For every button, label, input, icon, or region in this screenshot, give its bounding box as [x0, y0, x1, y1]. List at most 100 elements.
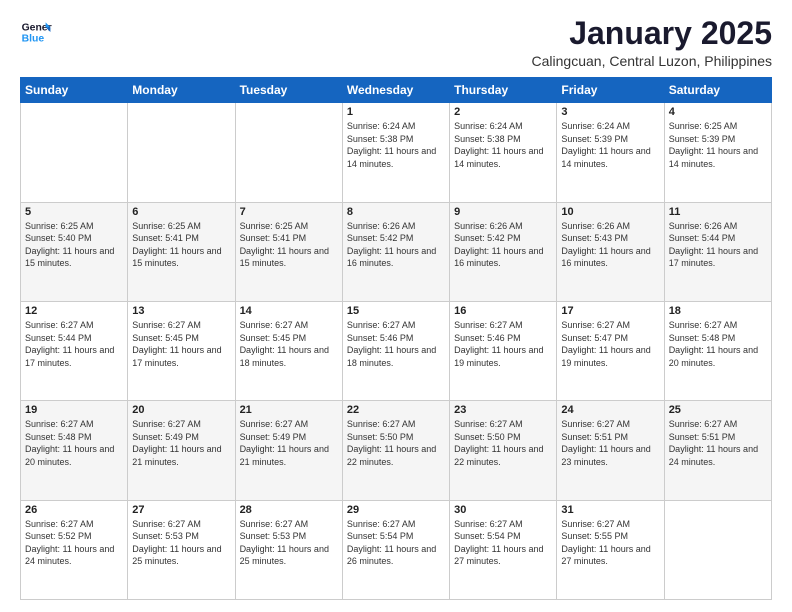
day-number: 1 [347, 106, 445, 118]
table-row: 11 Sunrise: 6:26 AMSunset: 5:44 PMDayligh… [664, 202, 771, 301]
day-number: 28 [240, 504, 338, 516]
day-info: Sunrise: 6:27 AMSunset: 5:55 PMDaylight:… [561, 518, 659, 568]
day-info: Sunrise: 6:25 AMSunset: 5:39 PMDaylight:… [669, 120, 767, 170]
day-info: Sunrise: 6:24 AMSunset: 5:38 PMDaylight:… [454, 120, 552, 170]
table-row: 29 Sunrise: 6:27 AMSunset: 5:54 PMDayligh… [342, 500, 449, 599]
table-row: 10 Sunrise: 6:26 AMSunset: 5:43 PMDayligh… [557, 202, 664, 301]
calendar-week-row: 12 Sunrise: 6:27 AMSunset: 5:44 PMDayligh… [21, 301, 772, 400]
day-number: 4 [669, 106, 767, 118]
table-row [21, 103, 128, 202]
day-info: Sunrise: 6:27 AMSunset: 5:51 PMDaylight:… [561, 418, 659, 468]
table-row: 7Sunrise: 6:25 AMSunset: 5:41 PMDaylight… [235, 202, 342, 301]
table-row [235, 103, 342, 202]
main-title: January 2025 [532, 16, 772, 51]
day-info: Sunrise: 6:27 AMSunset: 5:48 PMDaylight:… [669, 319, 767, 369]
page: General Blue January 2025 Calingcuan, Ce… [0, 0, 792, 612]
day-info: Sunrise: 6:27 AMSunset: 5:48 PMDaylight:… [25, 418, 123, 468]
table-row: 24Sunrise: 6:27 AMSunset: 5:51 PMDayligh… [557, 401, 664, 500]
day-info: Sunrise: 6:26 AMSunset: 5:42 PMDaylight:… [347, 220, 445, 270]
table-row: 6 Sunrise: 6:25 AMSunset: 5:41 PMDaylight… [128, 202, 235, 301]
table-row: 5Sunrise: 6:25 AMSunset: 5:40 PMDaylight… [21, 202, 128, 301]
table-row: 14 Sunrise: 6:27 AMSunset: 5:45 PMDayligh… [235, 301, 342, 400]
col-tuesday: Tuesday [235, 78, 342, 103]
day-info: Sunrise: 6:27 AMSunset: 5:50 PMDaylight:… [347, 418, 445, 468]
day-number: 17 [561, 305, 659, 317]
day-info: Sunrise: 6:26 AMSunset: 5:43 PMDaylight:… [561, 220, 659, 270]
day-number: 21 [240, 404, 338, 416]
day-number: 10 [561, 206, 659, 218]
day-number: 11 [669, 206, 767, 218]
table-row: 26Sunrise: 6:27 AMSunset: 5:52 PMDayligh… [21, 500, 128, 599]
table-row: 3Sunrise: 6:24 AMSunset: 5:39 PMDaylight… [557, 103, 664, 202]
table-row: 31 Sunrise: 6:27 AMSunset: 5:55 PMDayligh… [557, 500, 664, 599]
day-number: 9 [454, 206, 552, 218]
col-sunday: Sunday [21, 78, 128, 103]
table-row: 9 Sunrise: 6:26 AMSunset: 5:42 PMDaylight… [450, 202, 557, 301]
table-row: 8 Sunrise: 6:26 AMSunset: 5:42 PMDaylight… [342, 202, 449, 301]
table-row: 18 Sunrise: 6:27 AMSunset: 5:48 PMDayligh… [664, 301, 771, 400]
day-info: Sunrise: 6:27 AMSunset: 5:44 PMDaylight:… [25, 319, 123, 369]
table-row: 27Sunrise: 6:27 AMSunset: 5:53 PMDayligh… [128, 500, 235, 599]
col-friday: Friday [557, 78, 664, 103]
day-info: Sunrise: 6:27 AMSunset: 5:45 PMDaylight:… [240, 319, 338, 369]
day-number: 3 [561, 106, 659, 118]
day-number: 13 [132, 305, 230, 317]
col-saturday: Saturday [664, 78, 771, 103]
day-info: Sunrise: 6:25 AMSunset: 5:41 PMDaylight:… [132, 220, 230, 270]
svg-text:Blue: Blue [22, 34, 45, 45]
day-info: Sunrise: 6:27 AMSunset: 5:46 PMDaylight:… [347, 319, 445, 369]
table-row: 13 Sunrise: 6:27 AMSunset: 5:45 PMDayligh… [128, 301, 235, 400]
day-number: 25 [669, 404, 767, 416]
table-row: 17 Sunrise: 6:27 AMSunset: 5:47 PMDayligh… [557, 301, 664, 400]
table-row [664, 500, 771, 599]
day-number: 15 [347, 305, 445, 317]
table-row: 20Sunrise: 6:27 AMSunset: 5:49 PMDayligh… [128, 401, 235, 500]
day-number: 16 [454, 305, 552, 317]
calendar-table: Sunday Monday Tuesday Wednesday Thursday… [20, 77, 772, 600]
logo: General Blue [20, 16, 52, 48]
day-info: Sunrise: 6:27 AMSunset: 5:54 PMDaylight:… [347, 518, 445, 568]
day-info: Sunrise: 6:27 AMSunset: 5:54 PMDaylight:… [454, 518, 552, 568]
table-row: 22Sunrise: 6:27 AMSunset: 5:50 PMDayligh… [342, 401, 449, 500]
logo-icon: General Blue [20, 16, 52, 48]
day-info: Sunrise: 6:26 AMSunset: 5:42 PMDaylight:… [454, 220, 552, 270]
table-row [128, 103, 235, 202]
day-number: 27 [132, 504, 230, 516]
day-number: 29 [347, 504, 445, 516]
table-row: 15 Sunrise: 6:27 AMSunset: 5:46 PMDayligh… [342, 301, 449, 400]
col-wednesday: Wednesday [342, 78, 449, 103]
table-row: 4 Sunrise: 6:25 AMSunset: 5:39 PMDaylight… [664, 103, 771, 202]
table-row: 19 Sunrise: 6:27 AMSunset: 5:48 PMDayligh… [21, 401, 128, 500]
day-info: Sunrise: 6:25 AMSunset: 5:41 PMDaylight:… [240, 220, 338, 270]
day-number: 23 [454, 404, 552, 416]
day-info: Sunrise: 6:27 AMSunset: 5:50 PMDaylight:… [454, 418, 552, 468]
day-number: 20 [132, 404, 230, 416]
day-info: Sunrise: 6:27 AMSunset: 5:45 PMDaylight:… [132, 319, 230, 369]
day-number: 12 [25, 305, 123, 317]
title-block: January 2025 Calingcuan, Central Luzon, … [532, 16, 772, 69]
day-info: Sunrise: 6:27 AMSunset: 5:47 PMDaylight:… [561, 319, 659, 369]
col-thursday: Thursday [450, 78, 557, 103]
day-info: Sunrise: 6:26 AMSunset: 5:44 PMDaylight:… [669, 220, 767, 270]
table-row: 28 Sunrise: 6:27 AMSunset: 5:53 PMDayligh… [235, 500, 342, 599]
day-number: 31 [561, 504, 659, 516]
table-row: 23 Sunrise: 6:27 AMSunset: 5:50 PMDayligh… [450, 401, 557, 500]
day-number: 18 [669, 305, 767, 317]
calendar-week-row: 26Sunrise: 6:27 AMSunset: 5:52 PMDayligh… [21, 500, 772, 599]
day-info: Sunrise: 6:27 AMSunset: 5:53 PMDaylight:… [240, 518, 338, 568]
day-number: 8 [347, 206, 445, 218]
table-row: 16Sunrise: 6:27 AMSunset: 5:46 PMDayligh… [450, 301, 557, 400]
table-row: 25Sunrise: 6:27 AMSunset: 5:51 PMDayligh… [664, 401, 771, 500]
day-info: Sunrise: 6:27 AMSunset: 5:52 PMDaylight:… [25, 518, 123, 568]
day-number: 14 [240, 305, 338, 317]
day-number: 19 [25, 404, 123, 416]
day-number: 5 [25, 206, 123, 218]
calendar-header-row: Sunday Monday Tuesday Wednesday Thursday… [21, 78, 772, 103]
calendar-week-row: 1 Sunrise: 6:24 AMSunset: 5:38 PMDaylight… [21, 103, 772, 202]
day-number: 6 [132, 206, 230, 218]
calendar-week-row: 19 Sunrise: 6:27 AMSunset: 5:48 PMDayligh… [21, 401, 772, 500]
day-info: Sunrise: 6:24 AMSunset: 5:38 PMDaylight:… [347, 120, 445, 170]
table-row: 21Sunrise: 6:27 AMSunset: 5:49 PMDayligh… [235, 401, 342, 500]
calendar-week-row: 5Sunrise: 6:25 AMSunset: 5:40 PMDaylight… [21, 202, 772, 301]
day-number: 2 [454, 106, 552, 118]
